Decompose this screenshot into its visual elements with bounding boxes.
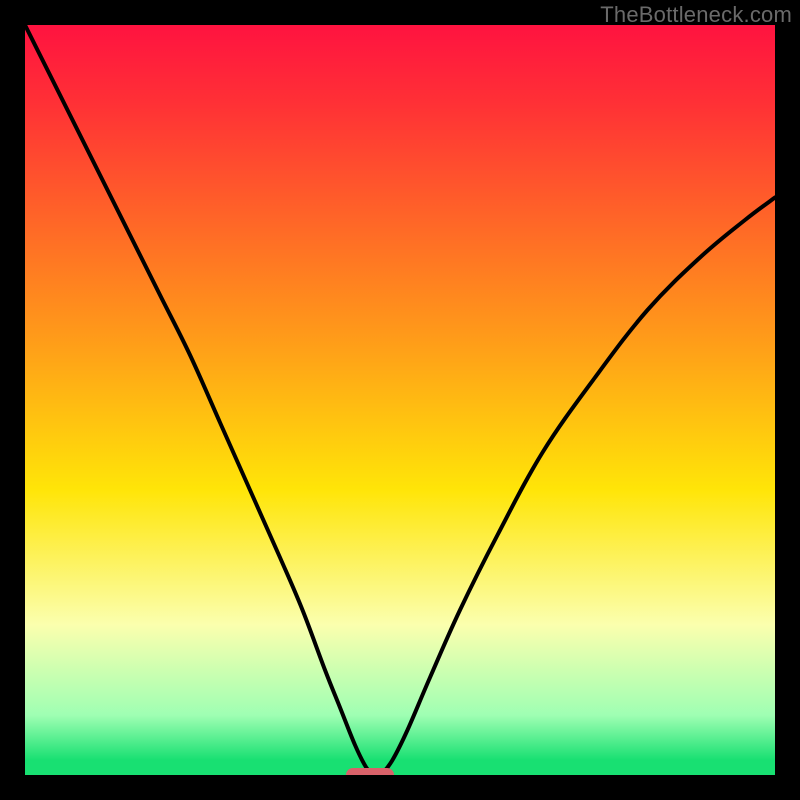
watermark-text: TheBottleneck.com [600,2,792,28]
plot-area [25,25,775,775]
curve-layer [25,25,775,775]
right-curve [381,198,775,776]
chart-frame: TheBottleneck.com [0,0,800,800]
left-curve [25,25,374,775]
bottleneck-marker [346,768,394,775]
